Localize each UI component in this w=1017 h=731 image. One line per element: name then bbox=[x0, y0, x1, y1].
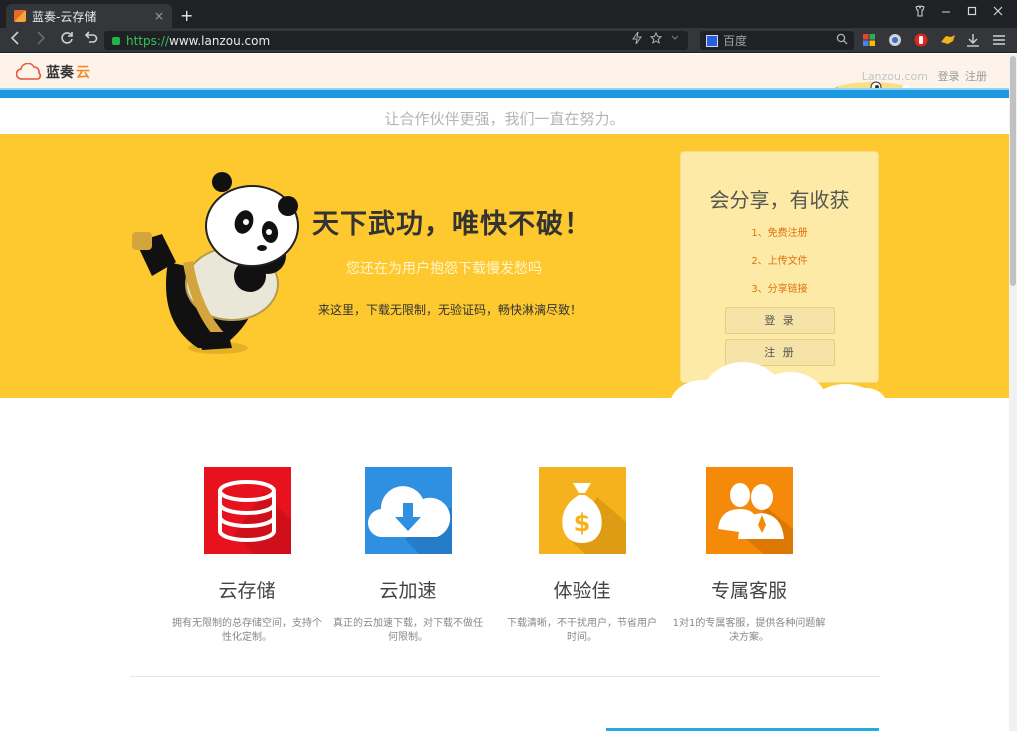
site-favicon-icon bbox=[14, 10, 26, 22]
tab-close-icon[interactable]: × bbox=[154, 9, 164, 23]
reload-icon[interactable] bbox=[56, 30, 78, 50]
skin-icon[interactable] bbox=[907, 4, 933, 24]
browser-titlebar: 蓝奏-云存储 × + bbox=[0, 0, 1017, 28]
header-stripe bbox=[0, 90, 1009, 98]
logo-text: 蓝奏 bbox=[46, 65, 74, 81]
hero-banner: 天下武功，唯快不破！ 您还在为用户抱怨下载慢发愁吗 来这里，下载无限制，无验证码… bbox=[0, 134, 1009, 442]
logo-text-accent: 云 bbox=[76, 65, 90, 81]
section-divider bbox=[130, 676, 880, 677]
browser-toolbar: https:// www.lanzou.com 百度 bbox=[0, 28, 1017, 53]
maximize-icon[interactable] bbox=[959, 4, 985, 24]
feature-title: 专属客服 bbox=[710, 580, 787, 602]
dropdown-chevron-icon[interactable] bbox=[670, 32, 680, 47]
hero-headline: 天下武功，唯快不破！ bbox=[312, 209, 592, 240]
cloud-logo-icon bbox=[16, 63, 42, 80]
feature-cloud-storage: 云存储 拥有无限制的总存储空间，支持个性化定制。 bbox=[167, 467, 327, 645]
back-icon[interactable] bbox=[4, 30, 26, 50]
bookmark-star-icon[interactable] bbox=[649, 31, 663, 47]
cloud-decoration bbox=[846, 388, 886, 418]
browser-tab[interactable]: 蓝奏-云存储 × bbox=[6, 4, 172, 28]
step-item: 2、上传文件 bbox=[751, 256, 808, 267]
feature-description: 下载清晰，不干扰用户，节省用户时间。 bbox=[507, 618, 657, 643]
search-placeholder: 百度 bbox=[723, 34, 748, 48]
menu-icon[interactable] bbox=[992, 32, 1008, 48]
feature-cloud-acceleration: 云加速 真正的云加速下载，对下载不做任何限制。 bbox=[328, 467, 488, 645]
lightning-icon[interactable] bbox=[632, 31, 642, 47]
hero-subline: 您还在为用户抱怨下载慢发愁吗 bbox=[346, 261, 542, 277]
cloud-download-icon bbox=[364, 467, 452, 554]
sync-extension-icon[interactable] bbox=[888, 32, 904, 48]
url-host: www.lanzou.com bbox=[169, 33, 271, 48]
search-icon[interactable] bbox=[836, 33, 848, 48]
search-box[interactable]: 百度 bbox=[700, 31, 854, 50]
baidu-icon bbox=[706, 34, 718, 47]
support-users-icon bbox=[705, 467, 793, 554]
feature-description: 真正的云加速下载，对下载不做任何限制。 bbox=[333, 618, 483, 643]
secure-lock-icon bbox=[112, 36, 120, 45]
url-scheme: https:// bbox=[126, 33, 170, 48]
feature-description: 拥有无限制的总存储空间，支持个性化定制。 bbox=[172, 618, 322, 643]
close-icon[interactable] bbox=[985, 4, 1011, 24]
feature-experience: $ 体验佳 下载清晰，不干扰用户，节省用户时间。 bbox=[502, 467, 662, 645]
feature-title: 体验佳 bbox=[553, 580, 611, 602]
fox-extension-icon[interactable] bbox=[940, 32, 956, 48]
panel-title: 会分享，有收获 bbox=[709, 188, 850, 212]
header-register-link[interactable]: 注册 bbox=[965, 70, 987, 83]
site-logo[interactable]: 蓝奏 云 bbox=[16, 62, 90, 82]
download-icon[interactable] bbox=[966, 32, 982, 48]
tab-title: 蓝奏-云存储 bbox=[32, 9, 97, 24]
panda-mascot-icon bbox=[132, 172, 299, 354]
step-item: 1、免费注册 bbox=[751, 228, 808, 239]
adblock-extension-icon[interactable] bbox=[914, 32, 930, 48]
site-header: 蓝奏 云 Lanzou.com 登录 注册 bbox=[0, 54, 1009, 92]
address-bar[interactable]: https:// www.lanzou.com bbox=[104, 31, 688, 50]
forward-icon[interactable] bbox=[30, 30, 52, 50]
feature-support: 专属客服 1对1的专属客服，提供各种问题解决方案。 bbox=[669, 467, 829, 645]
login-button[interactable]: 登 录 bbox=[725, 307, 835, 334]
apps-grid-icon[interactable] bbox=[862, 32, 878, 48]
svg-text:$: $ bbox=[573, 509, 590, 537]
hero-description: 来这里，下载无限制，无验证码，畅快淋漓尽致！ bbox=[318, 303, 583, 317]
feature-description: 1对1的专属客服，提供各种问题解决方案。 bbox=[672, 618, 826, 643]
window-controls bbox=[907, 4, 1011, 24]
undo-close-icon[interactable] bbox=[80, 30, 102, 50]
slogan-text: 让合作伙伴更强，我们一直在努力。 bbox=[384, 110, 625, 128]
minimize-icon[interactable] bbox=[933, 4, 959, 24]
database-icon bbox=[203, 467, 291, 554]
money-bag-icon: $ bbox=[538, 467, 626, 554]
slogan-row: 让合作伙伴更强，我们一直在努力。 bbox=[0, 98, 1009, 134]
header-login-link[interactable]: 登录 bbox=[938, 70, 960, 83]
share-panel: 会分享，有收获 1、免费注册 2、上传文件 3、分享链接 登 录 注 册 bbox=[680, 151, 879, 383]
feature-title: 云加速 bbox=[379, 580, 437, 602]
step-item: 3、分享链接 bbox=[751, 284, 808, 295]
scrollbar-thumb[interactable] bbox=[1010, 56, 1016, 286]
new-tab-button[interactable]: + bbox=[180, 6, 193, 25]
feature-title: 云存储 bbox=[218, 580, 276, 602]
